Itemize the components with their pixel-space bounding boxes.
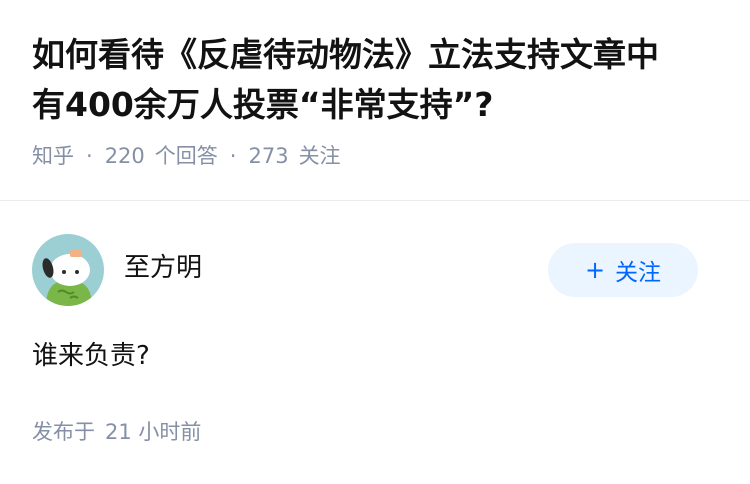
source-label[interactable]: 知乎	[32, 140, 74, 172]
follower-count[interactable]: 273	[248, 140, 288, 172]
meta-separator: ·	[229, 144, 237, 168]
question-meta: 知乎 · 220 个回答 · 273 关注	[32, 140, 718, 172]
avatar[interactable]	[32, 234, 104, 306]
question-title-line-2[interactable]: 有400余万人投票“非常支持”?	[32, 85, 493, 124]
avatar-illustration-icon	[32, 234, 104, 306]
meta-separator: ·	[86, 144, 93, 168]
follow-button[interactable]: + 关注	[548, 243, 698, 297]
section-divider	[0, 200, 750, 201]
question-header: 如何看待《反虐待动物法》立法支持文章中 有400余万人投票“非常支持”? 知乎 …	[0, 0, 750, 172]
author-row: 至方明 + 关注	[0, 232, 750, 308]
answer-item: 至方明 + 关注 谁来负责? 发布于 21 小时前	[0, 232, 750, 444]
follow-button-label: 关注	[615, 260, 662, 286]
question-title-line-1[interactable]: 如何看待《反虐待动物法》立法支持文章中	[32, 35, 659, 74]
plus-icon: +	[584, 256, 606, 284]
published-label: 发布于	[32, 420, 95, 444]
question-title[interactable]: 如何看待《反虐待动物法》立法支持文章中 有400余万人投票“非常支持”?	[32, 30, 718, 130]
answer-content[interactable]: 谁来负责?	[32, 336, 150, 376]
published-time: 21 小时前	[105, 420, 202, 444]
answer-count-label[interactable]: 个回答	[155, 140, 218, 172]
answer-count[interactable]: 220	[105, 140, 145, 172]
follower-count-label[interactable]: 关注	[299, 140, 341, 172]
answer-timestamp[interactable]: 发布于 21 小时前	[32, 416, 201, 448]
author-name[interactable]: 至方明	[124, 250, 202, 286]
zhihu-question-page: 如何看待《反虐待动物法》立法支持文章中 有400余万人投票“非常支持”? 知乎 …	[0, 0, 750, 484]
